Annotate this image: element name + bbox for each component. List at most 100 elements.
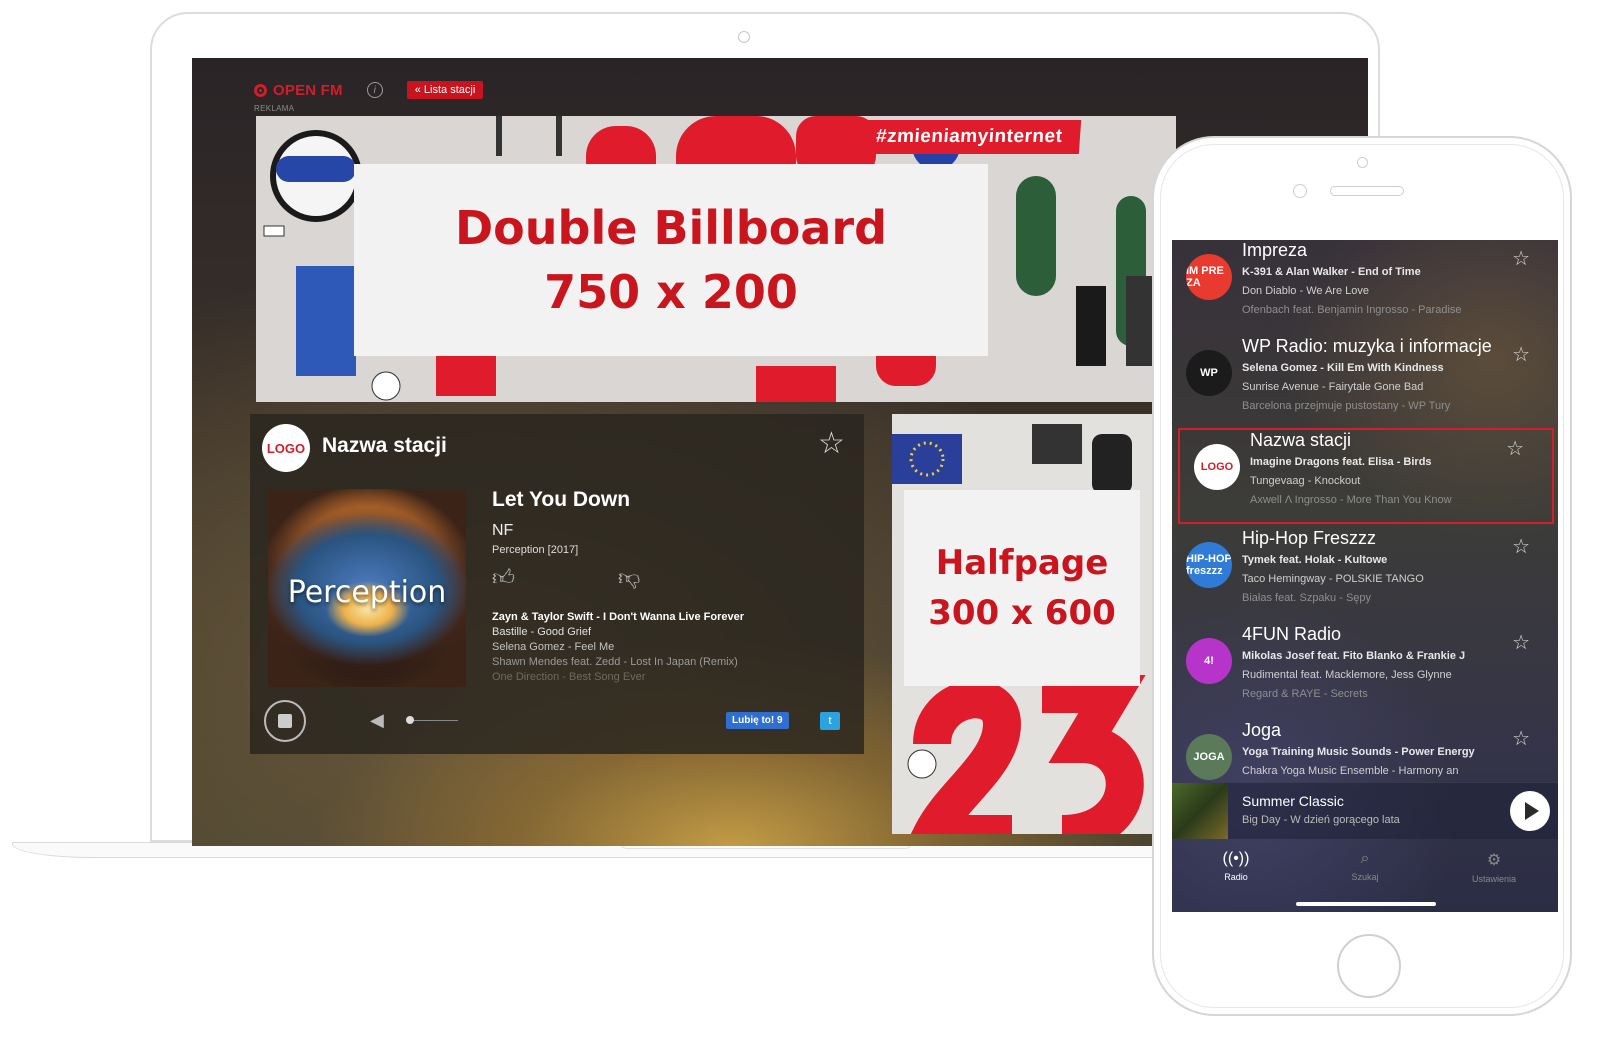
halfpage-title: Halfpage <box>935 543 1109 583</box>
favorite-star-icon[interactable]: ☆ <box>818 426 845 461</box>
phone-speaker <box>1330 186 1404 196</box>
favorite-star-icon[interactable]: ☆ <box>1512 534 1530 559</box>
now-playing-title: Summer Classic <box>1242 793 1344 809</box>
station-list-button[interactable]: « Lista stacji <box>406 81 484 99</box>
station-logo: HIP-HOP freszzz <box>1186 542 1232 588</box>
halfpage-size: 300 x 600 <box>928 593 1116 633</box>
recent-tracks: Zayn & Taylor Swift - I Don't Wanna Live… <box>492 610 744 685</box>
station-row[interactable]: LOGO Nazwa stacji Imagine Dragons feat. El… <box>1178 428 1554 524</box>
station-track: Sunrise Avenue - Fairytale Gone Bad <box>1242 381 1424 393</box>
recent-track: Bastille - Good Grief <box>492 626 592 638</box>
play-button[interactable] <box>1510 791 1550 831</box>
station-logo: IM PRE ZA <box>1186 254 1232 300</box>
volume-slider-track[interactable] <box>408 720 458 721</box>
station-name: Impreza <box>1242 240 1308 260</box>
recent-track: Selena Gomez - Feel Me <box>492 641 615 653</box>
tab-search[interactable]: ⌕ Szukaj <box>1325 850 1405 882</box>
station-name: WP Radio: muzyka i informacje <box>1242 336 1492 356</box>
tab-label: Szukaj <box>1351 872 1379 882</box>
halfpage-ad[interactable]: Halfpage 300 x 600 <box>892 414 1152 834</box>
billboard-placeholder: Double Billboard 750 x 200 <box>354 164 988 356</box>
station-logo: JOGA <box>1186 734 1232 780</box>
station-name: Nazwa stacji <box>1250 430 1352 450</box>
station-track: Tymek feat. Holak - Kultowe <box>1242 554 1388 566</box>
station-track: Selena Gomez - Kill Em With Kindness <box>1242 362 1444 374</box>
station-row[interactable]: HIP-HOP freszzz Hip-Hop Freszzz Tymek feat… <box>1172 528 1558 624</box>
song-album: Perception [2017] <box>492 544 579 556</box>
station-track: Chakra Yoga Music Ensemble - Harmony an <box>1242 765 1459 777</box>
billboard-size: 750 x 200 <box>544 265 798 319</box>
station-track: Ofenbach feat. Benjamin Ingrosso - Parad… <box>1242 304 1462 316</box>
player-panel: LOGO Nazwa stacji ☆ Perception Let You D… <box>250 414 864 754</box>
station-logo: LOGO <box>262 424 310 472</box>
station-row[interactable]: IM PRE ZA Impreza K-391 & Alan Walker - En… <box>1172 240 1558 336</box>
station-track: Imagine Dragons feat. Elisa - Birds <box>1250 456 1432 468</box>
billboard-ad[interactable]: #zmieniamyinternet Double Billboard 750 … <box>256 116 1176 402</box>
facebook-like-button[interactable]: Lubię to! 9 <box>726 712 789 729</box>
info-icon[interactable]: i <box>366 82 383 98</box>
billboard-title: Double Billboard <box>455 201 887 255</box>
volume-icon[interactable]: ◀ <box>370 710 384 731</box>
station-name: Hip-Hop Freszzz <box>1242 528 1377 548</box>
halfpage-placeholder: Halfpage 300 x 600 <box>904 490 1140 686</box>
now-playing-thumbnail <box>1172 783 1228 839</box>
station-track: Barcelona przejmuje pustostany - WP Tury <box>1242 400 1451 412</box>
station-logo: LOGO <box>1194 444 1240 490</box>
phone-camera <box>1357 157 1368 168</box>
tab-radio[interactable]: ((•)) Radio <box>1196 850 1276 882</box>
album-cover-title: Perception <box>287 575 447 610</box>
now-playing-bar[interactable]: Summer Classic Big Day - W dzień gorąceg… <box>1172 782 1558 839</box>
gear-icon: ⚙ <box>1486 852 1502 869</box>
tab-settings[interactable]: ⚙ Ustawienia <box>1454 850 1534 884</box>
laptop-camera <box>738 31 750 43</box>
mobile-app-screen: IM PRE ZA Impreza K-391 & Alan Walker - En… <box>1172 240 1558 912</box>
station-track: Don Diablo - We Are Love <box>1242 285 1369 297</box>
search-icon: ⌕ <box>1360 850 1370 867</box>
station-track: Tungevaag - Knockout <box>1250 475 1361 487</box>
tab-label: Ustawienia <box>1471 874 1517 884</box>
station-row[interactable]: WP WP Radio: muzyka i informacje Selena Go… <box>1172 336 1558 432</box>
favorite-star-icon[interactable]: ☆ <box>1512 630 1530 655</box>
station-logo: 4! <box>1186 638 1232 684</box>
station-name: Nazwa stacji <box>322 434 447 457</box>
station-track: Yoga Training Music Sounds - Power Energ… <box>1242 746 1475 758</box>
brand-ring-icon <box>254 83 267 97</box>
favorite-star-icon[interactable]: ☆ <box>1512 726 1530 751</box>
thumbs-up-icon[interactable]: 👍︎ <box>492 564 515 591</box>
home-indicator <box>1296 902 1436 906</box>
home-button[interactable] <box>1337 934 1401 998</box>
tab-label: Radio <box>1224 872 1248 882</box>
brand-logo[interactable]: OPEN FM <box>254 82 343 99</box>
song-artist: NF <box>492 522 514 539</box>
recent-track: One Direction - Best Song Ever <box>492 671 646 683</box>
station-track: K-391 & Alan Walker - End of Time <box>1242 266 1421 278</box>
station-track: Rudimental feat. Macklemore, Jess Glynne <box>1242 669 1452 681</box>
recent-track: Zayn & Taylor Swift - I Don't Wanna Live… <box>492 611 744 623</box>
radio-icon: ((•)) <box>1222 850 1250 867</box>
recent-track: Shawn Mendes feat. Zedd - Lost In Japan … <box>492 656 738 668</box>
station-logo: WP <box>1186 350 1232 396</box>
twitter-icon[interactable]: t <box>820 712 840 730</box>
station-row[interactable]: 4! 4FUN Radio Mikolas Josef feat. Fito Bla… <box>1172 624 1558 720</box>
song-title: Let You Down <box>492 488 631 511</box>
phone-sensor <box>1293 184 1307 198</box>
station-name: Joga <box>1242 720 1282 740</box>
stop-button[interactable] <box>264 700 306 742</box>
album-cover: Perception <box>268 489 466 687</box>
favorite-star-icon[interactable]: ☆ <box>1512 342 1530 367</box>
station-track: Regard & RAYE - Secrets <box>1242 688 1368 700</box>
top-bar: OPEN FM i « Lista stacji <box>254 78 484 102</box>
station-track: Mikolas Josef feat. Fito Blanko & Franki… <box>1242 650 1466 662</box>
station-name: 4FUN Radio <box>1242 624 1342 644</box>
volume-slider-knob[interactable] <box>406 716 414 724</box>
hashtag-banner: #zmieniamyinternet <box>856 120 1082 154</box>
ad-label: REKLAMA <box>254 104 295 113</box>
now-playing-subtitle: Big Day - W dzień gorącego lata <box>1242 814 1400 826</box>
station-track: Taco Hemingway - POLSKIE TANGO <box>1242 573 1424 585</box>
favorite-star-icon[interactable]: ☆ <box>1512 246 1530 271</box>
brand-name: OPEN FM <box>273 81 343 99</box>
thumbs-down-icon[interactable]: 👎︎ <box>618 564 640 591</box>
favorite-star-icon[interactable]: ☆ <box>1506 436 1524 461</box>
station-track: Axwell Λ Ingrosso - More Than You Know <box>1250 494 1452 506</box>
station-track: Białas feat. Szpaku - Sępy <box>1242 592 1372 604</box>
